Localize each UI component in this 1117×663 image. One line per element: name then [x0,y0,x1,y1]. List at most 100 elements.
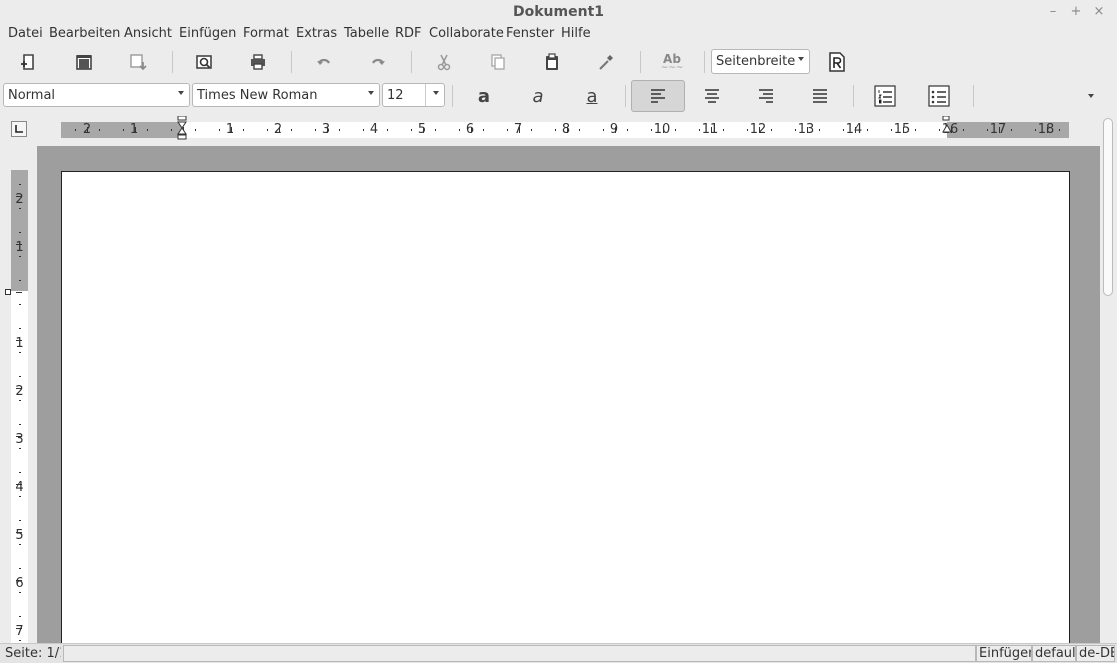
menu-rdf[interactable]: RDF [395,26,422,41]
new-document-button[interactable] [13,47,43,77]
bullet-list-icon [928,85,950,107]
menu-collaborate[interactable]: Collaborate [429,26,504,41]
print-button[interactable] [243,47,273,77]
toolbar-separator [411,51,412,73]
align-left-button[interactable] [631,80,685,112]
save-button[interactable] [123,47,153,77]
ruler-label: 11 [701,122,719,137]
menu-einfuegen[interactable]: Einfügen [179,26,236,41]
insert-mode-indicator[interactable]: Einfügen [976,645,1032,662]
font-family-select[interactable]: Times New Roman [192,83,380,107]
bold-button[interactable]: a [469,81,499,111]
menu-hilfe[interactable]: Hilfe [561,26,591,41]
justify-icon [813,89,827,103]
ruler-label: 14 [845,122,863,137]
ruler-label: 5 [15,528,24,543]
paragraph-style-select[interactable]: Normal [3,83,190,107]
chevron-down-icon [1088,94,1094,98]
document-canvas [37,146,1100,643]
ruler-label: 2 [273,122,283,137]
clipboard-icon [546,53,558,70]
underline-button[interactable]: a [577,81,607,111]
spellcheck-button[interactable]: Ab ~~~ [657,47,687,77]
ruler-label: 6 [15,576,24,591]
open-button[interactable] [69,47,99,77]
style-indicator[interactable]: default [1032,645,1076,662]
open-folder-icon [76,55,92,70]
align-center-icon [705,89,719,103]
justify-button[interactable] [805,81,835,111]
ruler-label: 13 [797,122,815,137]
toolbar-separator [291,51,292,73]
paste-button[interactable] [537,47,567,77]
menu-ansicht[interactable]: Ansicht [124,26,172,41]
align-right-button[interactable] [751,81,781,111]
bullet-list-button[interactable] [924,81,954,111]
align-center-button[interactable] [697,81,727,111]
menu-extras[interactable]: Extras [296,26,337,41]
italic-button[interactable]: a [523,81,553,111]
ruler-label: 6 [465,122,475,137]
align-right-icon [759,89,773,103]
standard-toolbar: Ab ~~~ Seitenbreite [0,45,1117,79]
scrollbar-thumb[interactable] [1103,118,1113,296]
ruler-label: 17 [989,122,1007,137]
document-r-icon [829,52,845,72]
top-margin-marker[interactable] [5,289,11,295]
zoom-select[interactable]: Seitenbreite [711,49,810,74]
undo-button[interactable] [309,47,339,77]
toolbar-separator [973,85,974,107]
dropdown-divider [425,84,426,106]
redo-button[interactable] [363,47,393,77]
format-painter-button[interactable] [591,47,621,77]
vertical-ruler[interactable]: 2 1 1 2 3 4 5 6 7 [5,170,28,645]
menu-format[interactable]: Format [243,26,289,41]
close-button[interactable]: × [1091,4,1107,20]
ruler-label: 1 [129,122,139,137]
ruler-label: 4 [15,480,24,495]
status-bar: Seite: 1/1 Einfügen default de-DE [0,643,1117,663]
ruler-label: 7 [513,122,523,137]
vertical-scrollbar[interactable] [1100,114,1117,643]
ruler-label: 1 [15,240,24,255]
ruler-label: 2 [15,384,24,399]
zoom-value: Seitenbreite [716,54,796,69]
font-size-value: 12 [387,88,404,103]
toolbar-overflow-button[interactable] [1077,81,1105,111]
menu-bearbeiten[interactable]: Bearbeiten [49,26,120,41]
menu-datei[interactable]: Datei [8,26,43,41]
menu-tabelle[interactable]: Tabelle [344,26,389,41]
horizontal-ruler[interactable]: 2 1 1 2 3 4 5 6 7 8 9 10 11 12 13 14 15 … [61,116,1069,140]
ruler-label: 15 [893,122,911,137]
ruler-label: 1 [225,122,235,137]
status-message-area [63,645,976,662]
toolbar-separator [704,51,705,73]
cut-button[interactable] [429,47,459,77]
indent-marker-left[interactable] [176,116,188,140]
numbered-list-button[interactable] [870,81,900,111]
tab-stop-selector[interactable] [11,121,27,137]
ruler-label: 10 [653,122,671,137]
document-page[interactable] [61,171,1070,643]
paint-dropper-icon [599,55,613,70]
ruler-label: 4 [369,122,379,137]
ruler-label: 7 [15,624,24,639]
print-preview-button[interactable] [189,47,219,77]
ruler-label: 5 [417,122,427,137]
font-size-select[interactable]: 12 [382,83,445,107]
chevron-down-icon [368,91,374,95]
toolbar-separator [625,85,626,107]
copy-button[interactable] [483,47,513,77]
ruler-label: 2 [82,122,92,137]
indent-marker-right[interactable] [941,116,953,136]
redo-icon [372,58,385,65]
ruler-label: 1 [15,336,24,351]
minimize-button[interactable]: – [1045,4,1061,20]
revision-button[interactable] [822,47,852,77]
paragraph-style-value: Normal [8,88,56,103]
ruler-label: 9 [609,122,619,137]
menu-fenster[interactable]: Fenster [506,26,554,41]
language-indicator[interactable]: de-DE [1076,645,1115,662]
toolbar-separator [172,51,173,73]
maximize-button[interactable]: + [1068,4,1084,20]
